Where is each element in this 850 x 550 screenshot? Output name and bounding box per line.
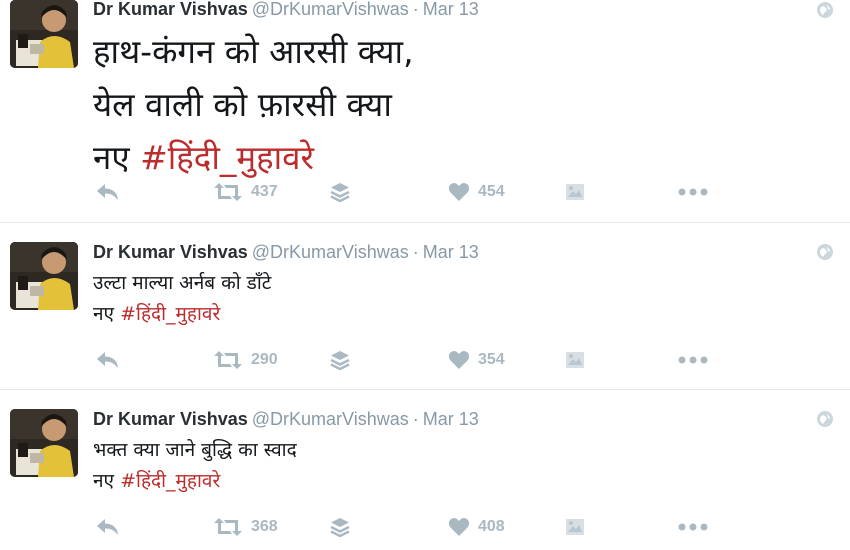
- more-icon: [678, 356, 708, 364]
- more-button[interactable]: [678, 513, 708, 541]
- tweet-text-line: उल्टा माल्या अर्नब को डाँटे: [93, 272, 272, 294]
- avatar[interactable]: [10, 0, 78, 68]
- retweet-button[interactable]: 290: [213, 346, 278, 374]
- tweet-text: भक्त क्या जाने बुद्धि का स्वाद नए #हिंदी…: [93, 435, 297, 497]
- tweet-text: उल्टा माल्या अर्नब को डाँटे नए #हिंदी_मु…: [93, 268, 271, 330]
- author-name[interactable]: Dr Kumar Vishvas: [93, 409, 248, 429]
- media-icon: [566, 519, 584, 535]
- media-icon: [566, 184, 584, 200]
- stack-icon: [330, 518, 350, 538]
- like-count: 454: [478, 183, 505, 200]
- add-to-moment-button[interactable]: [329, 513, 351, 541]
- author-handle[interactable]: @DrKumarVishwas: [252, 242, 409, 262]
- add-to-moment-button[interactable]: [329, 346, 351, 374]
- retweet-button[interactable]: 437: [213, 178, 278, 206]
- globe-icon[interactable]: [816, 243, 834, 261]
- like-count: 354: [478, 351, 505, 368]
- retweet-button[interactable]: 368: [213, 513, 278, 541]
- separator: ·: [412, 242, 419, 262]
- like-button[interactable]: 454: [448, 178, 505, 206]
- tweet[interactable]: Dr Kumar Vishvas @DrKumarVishwas · Mar 13 भ…: [0, 390, 850, 550]
- media-button[interactable]: [565, 178, 585, 206]
- tweet[interactable]: Dr Kumar Vishvas @DrKumarVishwas · Mar 13 उ…: [0, 223, 850, 390]
- tweet-header: Dr Kumar Vishvas @DrKumarVishwas · Mar 13: [93, 241, 479, 263]
- tweet-text-line: नए #हिंदी_मुहावरे: [93, 131, 414, 184]
- reply-button[interactable]: [96, 178, 120, 206]
- separator: ·: [412, 0, 419, 19]
- like-button[interactable]: 408: [448, 513, 505, 541]
- reply-button[interactable]: [96, 513, 120, 541]
- like-count: 408: [478, 518, 505, 535]
- tweet-date[interactable]: Mar 13: [423, 409, 479, 429]
- stack-icon: [330, 183, 350, 203]
- reply-icon: [97, 352, 118, 368]
- retweet-icon: [214, 351, 242, 369]
- tweet-actions: 368 408: [0, 513, 850, 541]
- tweet-text-line: हाथ-कंगन को आरसी क्या,: [93, 32, 414, 71]
- heart-icon: [448, 182, 470, 201]
- author-handle[interactable]: @DrKumarVishwas: [252, 0, 409, 19]
- tweet-header: Dr Kumar Vishvas @DrKumarVishwas · Mar 13: [93, 408, 479, 430]
- add-to-moment-button[interactable]: [329, 178, 351, 206]
- author-name[interactable]: Dr Kumar Vishvas: [93, 0, 248, 19]
- tweet-text-line: भक्त क्या जाने बुद्धि का स्वाद: [93, 439, 297, 461]
- tweet-actions: 290 354: [0, 346, 850, 374]
- tweet[interactable]: Dr Kumar Vishvas @DrKumarVishwas · Mar 13 ह…: [0, 0, 850, 223]
- author-handle[interactable]: @DrKumarVishwas: [252, 409, 409, 429]
- tweet-prefix: नए: [93, 470, 115, 492]
- more-button[interactable]: [678, 178, 708, 206]
- retweet-count: 368: [251, 518, 278, 535]
- reply-button[interactable]: [96, 346, 120, 374]
- tweet-text-line: नए #हिंदी_मुहावरे: [93, 299, 271, 330]
- tweet-actions: 437 454: [0, 178, 850, 206]
- heart-icon: [448, 517, 470, 536]
- media-button[interactable]: [565, 346, 585, 374]
- tweet-header: Dr Kumar Vishvas @DrKumarVishwas · Mar 13: [93, 0, 479, 20]
- avatar[interactable]: [10, 242, 78, 310]
- separator: ·: [412, 409, 419, 429]
- retweet-count: 437: [251, 183, 278, 200]
- author-name[interactable]: Dr Kumar Vishvas: [93, 242, 248, 262]
- tweet-date[interactable]: Mar 13: [423, 242, 479, 262]
- heart-icon: [448, 350, 470, 369]
- tweet-prefix: नए: [93, 138, 130, 177]
- like-button[interactable]: 354: [448, 346, 505, 374]
- tweet-prefix: नए: [93, 303, 115, 325]
- media-icon: [566, 352, 584, 368]
- more-icon: [678, 523, 708, 531]
- globe-icon[interactable]: [816, 410, 834, 428]
- tweet-text: हाथ-कंगन को आरसी क्या, येल वाली को फ़ारस…: [93, 25, 414, 184]
- tweet-date[interactable]: Mar 13: [423, 0, 479, 19]
- reply-icon: [97, 184, 118, 200]
- tweet-text-line: येल वाली को फ़ारसी क्या: [93, 85, 392, 124]
- hashtag-link[interactable]: #हिंदी_मुहावरे: [120, 470, 220, 492]
- retweet-icon: [214, 518, 242, 536]
- more-button[interactable]: [678, 346, 708, 374]
- media-button[interactable]: [565, 513, 585, 541]
- retweet-count: 290: [251, 351, 278, 368]
- stack-icon: [330, 351, 350, 371]
- avatar[interactable]: [10, 409, 78, 477]
- reply-icon: [97, 519, 118, 535]
- hashtag-link[interactable]: #हिंदी_मुहावरे: [140, 138, 314, 177]
- hashtag-link[interactable]: #हिंदी_मुहावरे: [120, 303, 220, 325]
- retweet-icon: [214, 183, 242, 201]
- globe-icon[interactable]: [816, 1, 834, 19]
- tweet-text-line: नए #हिंदी_मुहावरे: [93, 466, 297, 497]
- more-icon: [678, 188, 708, 196]
